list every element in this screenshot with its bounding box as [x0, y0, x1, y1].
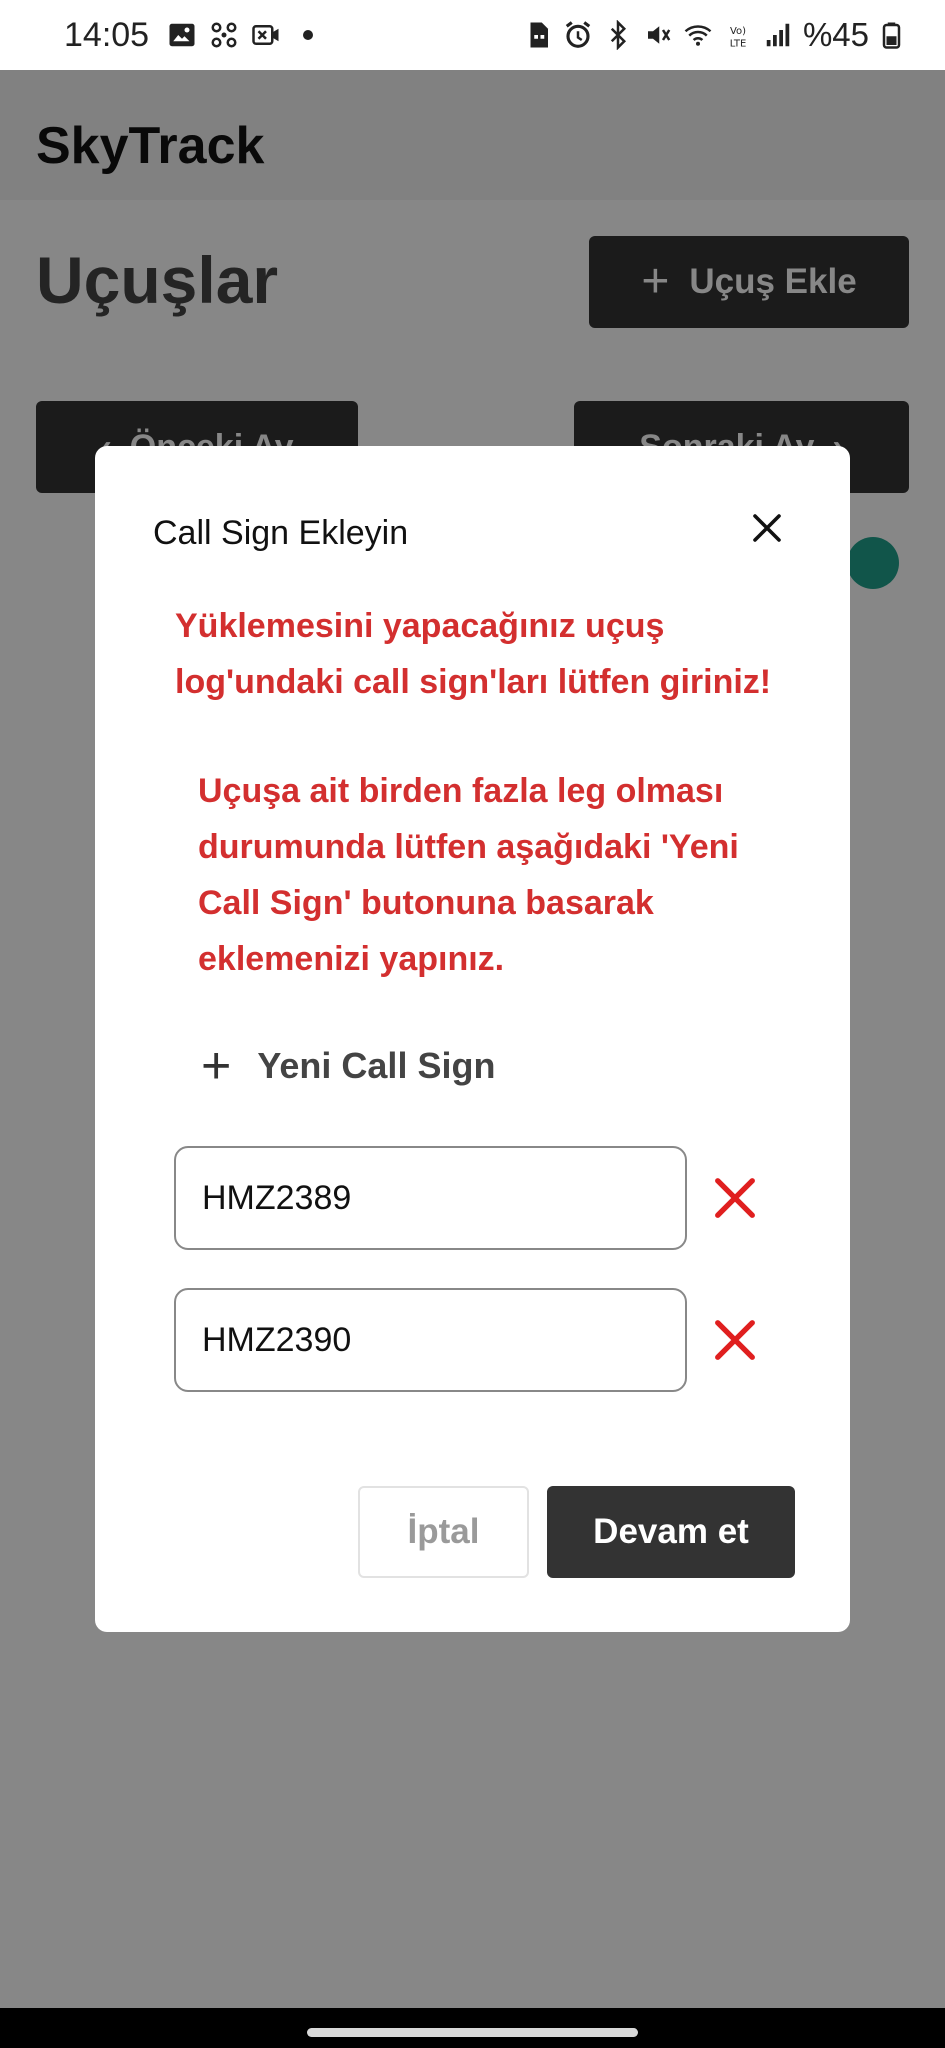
delete-call-sign-button[interactable] — [709, 1172, 761, 1224]
close-icon — [753, 514, 781, 542]
status-bar: 14:05 Vo) LTE %45 — [0, 0, 945, 70]
instruction-message: Yüklemesini yapacağınız uçuş log'undaki … — [175, 607, 772, 701]
svg-text:LTE: LTE — [730, 38, 747, 49]
fan-icon — [209, 20, 239, 50]
battery-icon — [879, 20, 909, 50]
new-call-sign-button[interactable]: + Yeni Call Sign — [201, 1036, 495, 1096]
mute-icon — [643, 20, 673, 50]
alarm-icon — [563, 20, 593, 50]
bluetooth-icon — [603, 20, 633, 50]
status-left-icons — [167, 20, 323, 50]
signal-icon — [763, 20, 793, 50]
cancel-button[interactable]: İptal — [358, 1486, 529, 1578]
navigation-bar — [0, 2008, 945, 2048]
call-sign-row — [174, 1288, 794, 1392]
delete-x-icon — [715, 1320, 755, 1360]
new-call-sign-label: Yeni Call Sign — [257, 1045, 496, 1086]
sim-icon — [523, 20, 553, 50]
svg-text:Vo): Vo) — [730, 26, 746, 37]
call-sign-dialog: Call Sign Ekleyin Yüklemesini yapacağını… — [95, 446, 850, 1632]
dialog-title: Call Sign Ekleyin — [153, 514, 409, 552]
call-sign-input[interactable] — [174, 1146, 687, 1250]
close-button[interactable] — [747, 508, 787, 548]
delete-call-sign-button[interactable] — [709, 1314, 761, 1366]
multi-leg-message: Uçuşa ait birden fazla leg olması durumu… — [198, 772, 739, 978]
battery-text: %45 — [802, 16, 869, 53]
call-sign-input[interactable] — [174, 1288, 687, 1392]
continue-button[interactable]: Devam et — [547, 1486, 795, 1578]
delete-x-icon — [715, 1178, 755, 1218]
image-icon — [167, 20, 197, 50]
video-icon — [251, 20, 281, 50]
status-time: 14:05 — [64, 15, 150, 54]
dot-icon — [293, 20, 323, 50]
wifi-icon — [683, 20, 713, 50]
status-right-icons: Vo) LTE %45 — [523, 16, 909, 54]
call-sign-row — [174, 1146, 794, 1250]
plus-icon: + — [201, 1037, 232, 1095]
home-handle[interactable] — [307, 2028, 638, 2037]
volte-icon: Vo) LTE — [723, 20, 753, 50]
